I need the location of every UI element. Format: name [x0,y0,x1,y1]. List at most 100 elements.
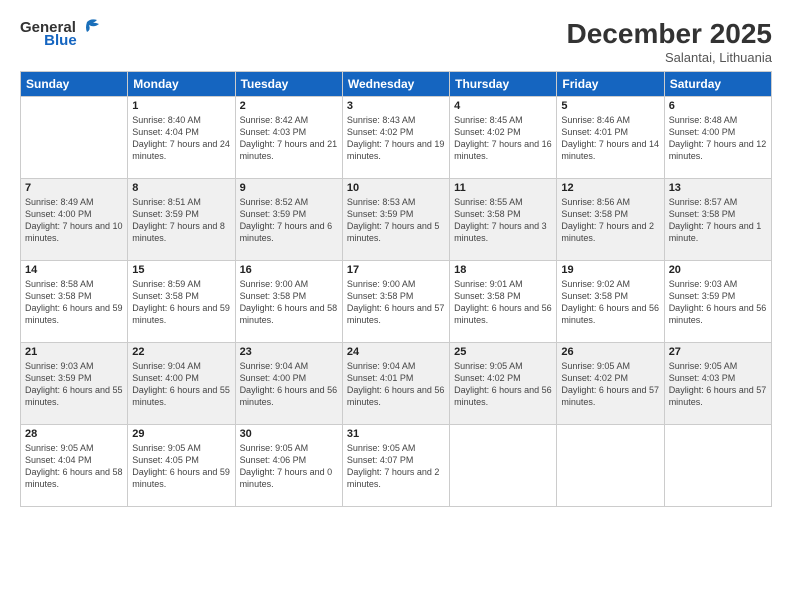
cell-sunrise: Sunrise: 9:04 AM [240,360,338,372]
table-row: 25 Sunrise: 9:05 AM Sunset: 4:02 PM Dayl… [450,343,557,425]
cell-daylight: Daylight: 6 hours and 56 minutes. [454,302,552,326]
logo-blue-text: Blue [44,32,77,49]
cell-day-number: 24 [347,346,445,358]
cell-day-number: 17 [347,264,445,276]
cell-sunset: Sunset: 3:58 PM [454,290,552,302]
cell-sunset: Sunset: 4:00 PM [25,208,123,220]
cell-day-number: 14 [25,264,123,276]
month-title: December 2025 [567,18,772,50]
cell-sunset: Sunset: 4:02 PM [454,126,552,138]
cell-daylight: Daylight: 6 hours and 56 minutes. [240,384,338,408]
cell-sunset: Sunset: 3:58 PM [240,290,338,302]
cell-sunset: Sunset: 3:59 PM [132,208,230,220]
header-tuesday: Tuesday [235,72,342,97]
table-row [21,97,128,179]
cell-day-number: 20 [669,264,767,276]
table-row: 16 Sunrise: 9:00 AM Sunset: 3:58 PM Dayl… [235,261,342,343]
cell-sunrise: Sunrise: 9:04 AM [132,360,230,372]
cell-sunset: Sunset: 3:58 PM [132,290,230,302]
cell-sunrise: Sunrise: 8:46 AM [561,114,659,126]
cell-day-number: 21 [25,346,123,358]
table-row: 14 Sunrise: 8:58 AM Sunset: 3:58 PM Dayl… [21,261,128,343]
logo-bird-icon [79,18,101,36]
cell-daylight: Daylight: 6 hours and 56 minutes. [454,384,552,408]
header-saturday: Saturday [664,72,771,97]
cell-day-number: 2 [240,100,338,112]
cell-sunset: Sunset: 3:59 PM [240,208,338,220]
cell-daylight: Daylight: 6 hours and 59 minutes. [25,302,123,326]
cell-sunset: Sunset: 4:02 PM [347,126,445,138]
table-row: 7 Sunrise: 8:49 AM Sunset: 4:00 PM Dayli… [21,179,128,261]
cell-sunrise: Sunrise: 8:42 AM [240,114,338,126]
cell-day-number: 29 [132,428,230,440]
table-row: 23 Sunrise: 9:04 AM Sunset: 4:00 PM Dayl… [235,343,342,425]
calendar-week-row: 1 Sunrise: 8:40 AM Sunset: 4:04 PM Dayli… [21,97,772,179]
cell-sunset: Sunset: 4:00 PM [669,126,767,138]
table-row [557,425,664,507]
cell-day-number: 7 [25,182,123,194]
cell-daylight: Daylight: 7 hours and 0 minutes. [240,466,338,490]
cell-daylight: Daylight: 7 hours and 2 minutes. [561,220,659,244]
cell-daylight: Daylight: 6 hours and 55 minutes. [25,384,123,408]
cell-day-number: 28 [25,428,123,440]
table-row: 1 Sunrise: 8:40 AM Sunset: 4:04 PM Dayli… [128,97,235,179]
cell-sunset: Sunset: 4:02 PM [561,372,659,384]
cell-day-number: 31 [347,428,445,440]
cell-sunrise: Sunrise: 8:40 AM [132,114,230,126]
cell-sunrise: Sunrise: 9:05 AM [25,442,123,454]
cell-sunset: Sunset: 4:03 PM [240,126,338,138]
table-row: 19 Sunrise: 9:02 AM Sunset: 3:58 PM Dayl… [557,261,664,343]
cell-sunrise: Sunrise: 9:02 AM [561,278,659,290]
cell-daylight: Daylight: 6 hours and 58 minutes. [25,466,123,490]
cell-daylight: Daylight: 7 hours and 16 minutes. [454,138,552,162]
cell-day-number: 23 [240,346,338,358]
cell-sunset: Sunset: 3:58 PM [561,208,659,220]
cell-daylight: Daylight: 7 hours and 12 minutes. [669,138,767,162]
cell-sunrise: Sunrise: 9:05 AM [240,442,338,454]
table-row: 12 Sunrise: 8:56 AM Sunset: 3:58 PM Dayl… [557,179,664,261]
cell-sunset: Sunset: 4:02 PM [454,372,552,384]
cell-day-number: 12 [561,182,659,194]
cell-sunrise: Sunrise: 9:03 AM [25,360,123,372]
calendar-week-row: 7 Sunrise: 8:49 AM Sunset: 4:00 PM Dayli… [21,179,772,261]
table-row: 24 Sunrise: 9:04 AM Sunset: 4:01 PM Dayl… [342,343,449,425]
cell-sunrise: Sunrise: 8:45 AM [454,114,552,126]
cell-sunset: Sunset: 3:58 PM [25,290,123,302]
calendar-week-row: 14 Sunrise: 8:58 AM Sunset: 3:58 PM Dayl… [21,261,772,343]
cell-daylight: Daylight: 7 hours and 19 minutes. [347,138,445,162]
cell-day-number: 18 [454,264,552,276]
cell-sunrise: Sunrise: 9:05 AM [454,360,552,372]
table-row: 20 Sunrise: 9:03 AM Sunset: 3:59 PM Dayl… [664,261,771,343]
cell-sunset: Sunset: 4:04 PM [25,454,123,466]
cell-sunrise: Sunrise: 9:00 AM [347,278,445,290]
cell-sunset: Sunset: 3:59 PM [347,208,445,220]
cell-sunrise: Sunrise: 8:49 AM [25,196,123,208]
cell-sunrise: Sunrise: 8:55 AM [454,196,552,208]
cell-daylight: Daylight: 7 hours and 8 minutes. [132,220,230,244]
cell-daylight: Daylight: 6 hours and 57 minutes. [347,302,445,326]
calendar-header-row: Sunday Monday Tuesday Wednesday Thursday… [21,72,772,97]
cell-sunrise: Sunrise: 9:00 AM [240,278,338,290]
cell-sunrise: Sunrise: 9:05 AM [132,442,230,454]
location: Salantai, Lithuania [567,50,772,65]
table-row: 13 Sunrise: 8:57 AM Sunset: 3:58 PM Dayl… [664,179,771,261]
cell-daylight: Daylight: 6 hours and 57 minutes. [561,384,659,408]
table-row: 15 Sunrise: 8:59 AM Sunset: 3:58 PM Dayl… [128,261,235,343]
table-row: 30 Sunrise: 9:05 AM Sunset: 4:06 PM Dayl… [235,425,342,507]
table-row: 27 Sunrise: 9:05 AM Sunset: 4:03 PM Dayl… [664,343,771,425]
cell-day-number: 27 [669,346,767,358]
header: General Blue December 2025 Salantai, Lit… [20,18,772,65]
cell-day-number: 4 [454,100,552,112]
table-row: 29 Sunrise: 9:05 AM Sunset: 4:05 PM Dayl… [128,425,235,507]
cell-daylight: Daylight: 6 hours and 56 minutes. [669,302,767,326]
cell-sunrise: Sunrise: 8:48 AM [669,114,767,126]
calendar-week-row: 28 Sunrise: 9:05 AM Sunset: 4:04 PM Dayl… [21,425,772,507]
cell-sunrise: Sunrise: 8:51 AM [132,196,230,208]
table-row: 3 Sunrise: 8:43 AM Sunset: 4:02 PM Dayli… [342,97,449,179]
calendar-table: Sunday Monday Tuesday Wednesday Thursday… [20,71,772,507]
cell-sunset: Sunset: 4:00 PM [240,372,338,384]
cell-daylight: Daylight: 6 hours and 59 minutes. [132,466,230,490]
cell-sunset: Sunset: 3:58 PM [669,208,767,220]
cell-daylight: Daylight: 7 hours and 5 minutes. [347,220,445,244]
cell-sunset: Sunset: 4:00 PM [132,372,230,384]
